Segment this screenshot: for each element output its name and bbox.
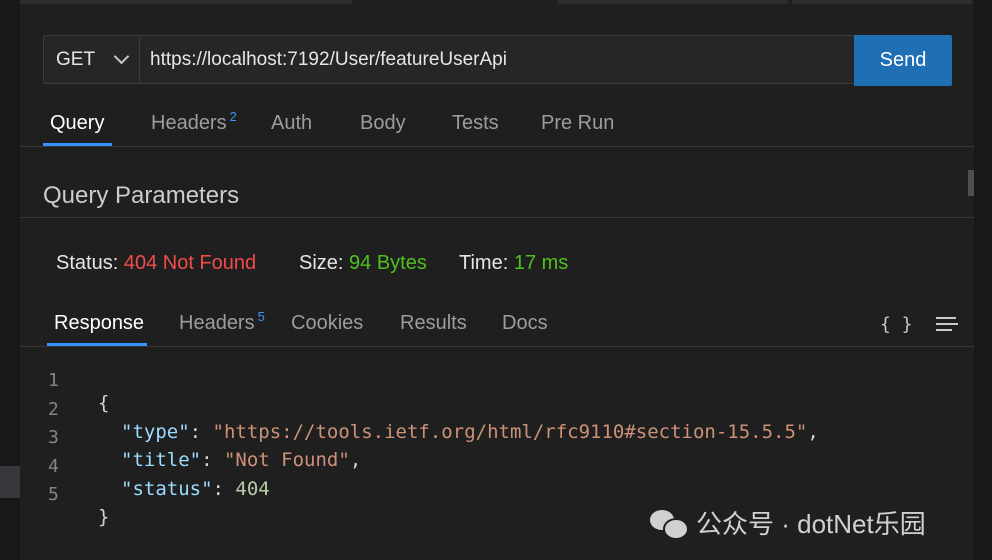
headers-count-badge: 2 (229, 109, 237, 124)
left-panel-edge (0, 0, 20, 560)
section-title: Query Parameters (43, 182, 240, 209)
url-value: https://localhost:7192/User/featureUserA… (150, 48, 507, 70)
chevron-down-icon (113, 48, 130, 65)
divider (20, 217, 974, 218)
response-headers-count-badge: 5 (257, 309, 265, 324)
url-input[interactable]: https://localhost:7192/User/featureUserA… (140, 35, 855, 84)
tab-auth[interactable]: Auth (271, 112, 312, 135)
tab-headers[interactable]: Headers 2 (151, 109, 237, 135)
tab-body[interactable]: Body (360, 112, 406, 135)
left-panel-selection (0, 466, 20, 498)
status-value: 404 Not Found (123, 252, 257, 274)
code-line: 3 "title": "Not Found", (48, 427, 362, 471)
editor-tab[interactable] (20, 0, 352, 4)
tab-cookies[interactable]: Cookies (291, 312, 363, 335)
method-select[interactable]: GET (43, 35, 140, 84)
size-value: 94 Bytes (349, 252, 427, 274)
divider (20, 346, 974, 347)
watermark: 公众号 · dotNet乐园 (650, 504, 926, 541)
time-info: Time: 17 ms (459, 252, 569, 274)
tab-tests[interactable]: Tests (452, 112, 499, 135)
editor-tab-strip (0, 0, 992, 6)
tab-response[interactable]: Response (54, 312, 144, 335)
request-bar: GET https://localhost:7192/User/featureU… (43, 35, 952, 86)
right-scroll-area (968, 0, 992, 560)
send-button[interactable]: Send (854, 35, 952, 86)
status-info: Status: 404 Not Found (56, 252, 257, 274)
code-line: 1 { (48, 370, 110, 414)
watermark-text: 公众号 · dotNet乐园 (696, 509, 926, 539)
time-value: 17 ms (513, 252, 569, 274)
code-line: 4 "status": 404 (48, 456, 270, 500)
tab-results[interactable]: Results (400, 312, 467, 335)
format-json-icon[interactable]: { } (880, 314, 913, 335)
code-line: 2 "type": "https://tools.ietf.org/html/r… (48, 399, 819, 443)
code-line: 5 } (48, 484, 110, 528)
wechat-icon (650, 508, 689, 540)
size-info: Size: 94 Bytes (299, 252, 427, 274)
scrollbar-thumb[interactable] (968, 170, 974, 196)
divider (20, 146, 974, 147)
tab-response-headers[interactable]: Headers 5 (179, 309, 265, 335)
tab-docs[interactable]: Docs (502, 312, 548, 335)
tab-query[interactable]: Query (50, 112, 104, 135)
tab-pre-run[interactable]: Pre Run (541, 112, 614, 135)
method-value: GET (56, 48, 96, 70)
editor-tab[interactable] (792, 0, 972, 4)
editor-tab[interactable] (558, 0, 788, 4)
wrap-lines-icon[interactable] (936, 317, 958, 331)
